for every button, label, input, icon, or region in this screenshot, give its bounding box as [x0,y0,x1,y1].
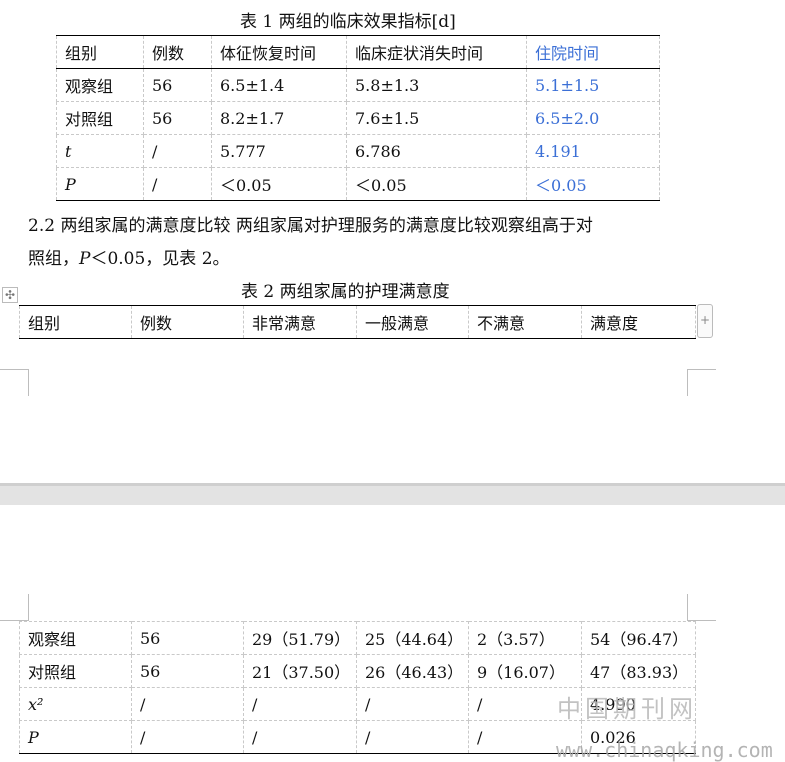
table1-header-cell: 组别 [56,35,144,69]
table-row: 对照组 56 21（37.50） 26（46.43） 9（16.07） 47（8… [19,654,696,688]
table2-caption: 表 2 两组家属的护理满意度 [241,282,450,302]
page-corner-mark [0,594,29,621]
paragraph-text: ＜0.05，见表 2。 [90,249,230,269]
watermark-url: www.chinaqking.com [556,738,773,762]
table-cell: ＜0.05 [211,167,347,201]
table-cell: x² [19,687,132,721]
table-cell: 9（16.07） [468,654,582,688]
table2-header-cell: 例数 [131,305,244,339]
add-column-button[interactable]: + [697,304,713,338]
section-paragraph-line1: 2.2 两组家属的满意度比较 两组家属对护理服务的满意度比较观察组高于对 [28,216,593,236]
table-cell: ＜0.05 [526,167,660,201]
section-paragraph-line2: 照组，P＜0.05，见表 2。 [28,244,230,269]
table-cell: t [56,134,144,168]
table2-header-cell: 非常满意 [243,305,357,339]
table-cell: 对照组 [19,654,132,688]
page-corner-mark [0,369,29,396]
table-cell: 对照组 [56,101,144,135]
table-cell: 47（83.93） [581,654,696,688]
table-cell: / [131,720,244,754]
table-row: t / 5.777 6.786 4.191 [56,134,660,168]
table-cell: 26（46.43） [356,654,469,688]
page-corner-mark [687,594,716,621]
table-cell: 56 [143,68,212,102]
table-row: 观察组 56 29（51.79） 25（44.64） 2（3.57） 54（96… [19,621,696,655]
table-cell: 6.5±2.0 [526,101,660,135]
table-cell: 7.6±1.5 [346,101,527,135]
table-cell: 8.2±1.7 [211,101,347,135]
table1-header-row: 组别 例数 体征恢复时间 临床症状消失时间 住院时间 [56,35,660,69]
paragraph-text: 照组， [28,249,79,269]
table-cell: / [356,687,469,721]
table2-header-cell: 一般满意 [356,305,469,339]
table-cell: 2（3.57） [468,621,582,655]
table1-header-cell: 临床症状消失时间 [346,35,527,69]
p-symbol: P [79,249,91,269]
table-cell: 56 [131,654,244,688]
page-gap-shadow [0,483,785,486]
table1-header-cell: 例数 [143,35,212,69]
table-cell: P [19,720,132,754]
table1-header-cell: 体征恢复时间 [211,35,347,69]
table-cell: / [243,687,357,721]
table2-header-row: 组别 例数 非常满意 一般满意 不满意 满意度 [19,305,696,339]
table-cell: 21（37.50） [243,654,357,688]
table-cell: ＜0.05 [346,167,527,201]
table-cell: / [143,134,212,168]
table2-header-cell: 满意度 [581,305,696,339]
table-cell: 4.191 [526,134,660,168]
table-cell: 29（51.79） [243,621,357,655]
table2-header-cell: 不满意 [468,305,582,339]
table-cell: 5.8±1.3 [346,68,527,102]
table-row: P / ＜0.05 ＜0.05 ＜0.05 [56,167,660,201]
table-move-handle-icon[interactable]: ✣ [2,287,18,303]
table-cell: 观察组 [19,621,132,655]
table-row: 对照组 56 8.2±1.7 7.6±1.5 6.5±2.0 [56,101,660,135]
table-cell: 54（96.47） [581,621,696,655]
table-cell: 6.5±1.4 [211,68,347,102]
table-cell: / [243,720,357,754]
table-cell: / [356,720,469,754]
table-cell: 5.1±1.5 [526,68,660,102]
table2-body: 观察组 56 29（51.79） 25（44.64） 2（3.57） 54（96… [19,621,696,754]
table-cell: 56 [143,101,212,135]
table-cell: P [56,167,144,201]
table-row: 观察组 56 6.5±1.4 5.8±1.3 5.1±1.5 [56,68,660,102]
table-cell: 观察组 [56,68,144,102]
table-cell: 25（44.64） [356,621,469,655]
table-cell: 5.777 [211,134,347,168]
table1-header-cell: 住院时间 [526,35,660,69]
table-cell: / [143,167,212,201]
table1: 组别 例数 体征恢复时间 临床症状消失时间 住院时间 观察组 56 6.5±1.… [56,35,660,201]
table2-header-cell: 组别 [19,305,132,339]
table1-caption: 表 1 两组的临床效果指标[d] [240,12,456,32]
watermark-logo: 中国期刊网 [557,695,697,723]
page-gap [0,483,785,505]
table-cell: / [131,687,244,721]
page-corner-mark [687,369,716,396]
table-cell: 56 [131,621,244,655]
table2-header: 组别 例数 非常满意 一般满意 不满意 满意度 [19,305,696,339]
table-cell: 6.786 [346,134,527,168]
